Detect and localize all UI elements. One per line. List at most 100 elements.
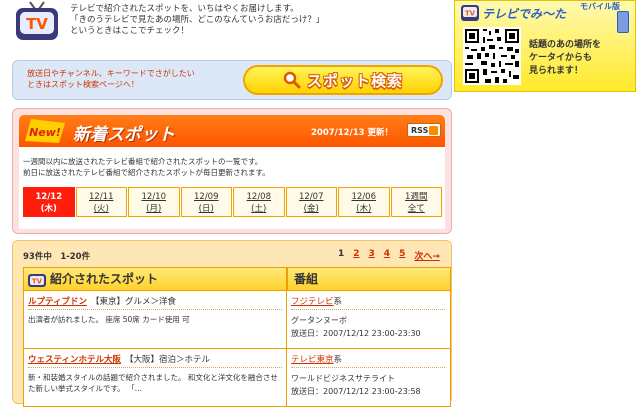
air-time: 放送日：2007/12/12 23:00-23:30 bbox=[291, 329, 421, 338]
date-label: 12/09 bbox=[194, 192, 219, 202]
spot-title-line: ウェスティンホテル大阪 【大阪】宿泊＞ホテル bbox=[28, 353, 210, 365]
next-page-link[interactable]: 次へ→ bbox=[414, 252, 440, 262]
day-label: (木) bbox=[356, 204, 372, 214]
rss-button[interactable]: RSS bbox=[407, 123, 441, 137]
day-label: (火) bbox=[93, 204, 109, 214]
date-tabs: 12/12 (木) 12/11 (火) 12/10 (月) 12/09 (日) 12/0… bbox=[23, 187, 443, 217]
channel-link[interactable]: テレビ東京 bbox=[291, 355, 334, 365]
svg-text:TV: TV bbox=[465, 10, 476, 18]
header-label: 番組 bbox=[294, 272, 319, 286]
date-tab[interactable]: 12/10 (月) bbox=[128, 187, 180, 217]
column-header-program: 番組 bbox=[287, 267, 451, 291]
date-label: 12/10 bbox=[141, 192, 167, 202]
show-title: ワールドビジネスサテライト bbox=[291, 374, 395, 383]
spot-category: 【東京】グルメ＞洋食 bbox=[91, 297, 177, 307]
desc-line: 一週間以内に放送されたテレビ番組で紹介されたスポットの一覧です。 bbox=[23, 157, 263, 166]
date-tab-week[interactable]: 1週間全て bbox=[390, 187, 442, 217]
main-column: TV テレビで紹介されたスポットを、いちはやくお届けします。 「きのうテレビで見… bbox=[8, 0, 452, 407]
date-tab[interactable]: 12/11 (火) bbox=[75, 187, 127, 217]
svg-text:New!: New! bbox=[29, 126, 61, 139]
divider bbox=[291, 309, 445, 310]
qr-code-icon bbox=[463, 27, 521, 85]
tv-logo-icon: TV bbox=[16, 1, 58, 40]
page-link[interactable]: 2 bbox=[353, 249, 359, 259]
intro-section: TV テレビで紹介されたスポットを、いちはやくお届けします。 「きのうテレビで見… bbox=[10, 0, 440, 52]
search-note-line: 放送日やチャンネル、キーワードでさがしたい bbox=[27, 69, 195, 78]
date-label: 12/06 bbox=[351, 192, 377, 202]
date-label: 12/08 bbox=[246, 192, 272, 202]
results-panel: 93件中 1-20件 1 2 3 4 5 次へ→ TV 紹介されたスポット 番組 bbox=[12, 240, 452, 407]
show-title: グータンヌーボ bbox=[291, 316, 347, 325]
page-current: 1 bbox=[338, 249, 345, 259]
spot-description: 出演者が訪れました。 座席 50席 カード使用 可 bbox=[28, 315, 190, 324]
sidebar: TV テレビでみ～た モバイル版 話題のあの場所を ケータイからも 見られます！ bbox=[452, 0, 640, 400]
spot-cell: ルプティブドン 【東京】グルメ＞洋食 出演者が訪れました。 座席 50席 カード使… bbox=[23, 291, 287, 349]
mobile-promo[interactable]: TV テレビでみ～た モバイル版 話題のあの場所を ケータイからも 見られます！ bbox=[454, 0, 636, 92]
spot-description: 新・和装婚スタイルの話題で紹介されました。 和文化と洋文化を融合させた新しい挙式… bbox=[28, 373, 278, 393]
spot-cell: ウェスティンホテル大阪 【大阪】宿泊＞ホテル 新・和装婚スタイルの話題で紹介されま… bbox=[23, 349, 287, 407]
search-note-line: ときはスポット検索ページへ！ bbox=[27, 80, 139, 89]
mobile-line: 話題のあの場所を bbox=[529, 40, 602, 50]
air-time: 放送日：2007/12/12 23:00-23:58 bbox=[291, 387, 421, 396]
rss-icon bbox=[429, 126, 438, 135]
channel-link[interactable]: フジテレビ bbox=[291, 297, 334, 307]
date-label: 12/07 bbox=[299, 192, 324, 202]
mobile-logo: TV テレビでみ～た bbox=[461, 5, 567, 21]
date-label: 12/11 bbox=[89, 192, 114, 202]
desc-line: 前日に放送されたテレビ番組で紹介されたスポットが毎日更新されます。 bbox=[23, 168, 270, 177]
svg-text:TV: TV bbox=[32, 278, 43, 286]
channel-line: テレビ東京系 bbox=[291, 353, 342, 365]
rss-label: RSS bbox=[411, 125, 429, 135]
column-header-spot: TV 紹介されたスポット bbox=[23, 267, 287, 291]
date-tab[interactable]: 12/06 (木) bbox=[338, 187, 390, 217]
date-label: 12/12 bbox=[35, 192, 63, 202]
date-tab[interactable]: 12/12 (木) bbox=[23, 187, 75, 217]
new-spots-header: New! 新着スポット 2007/12/13 更新！ RSS bbox=[19, 115, 445, 147]
divider bbox=[28, 367, 282, 368]
date-tab[interactable]: 12/09 (日) bbox=[180, 187, 232, 217]
mobile-promo-text: 話題のあの場所を ケータイからも 見られます！ bbox=[529, 39, 601, 78]
day-label: (金) bbox=[303, 204, 319, 214]
date-tab[interactable]: 12/08 (土) bbox=[233, 187, 285, 217]
intro-line: というときはここでチェック！ bbox=[70, 26, 190, 36]
svg-text:TV: TV bbox=[26, 15, 48, 33]
channel-suffix: 系 bbox=[333, 355, 343, 365]
search-note: 放送日やチャンネル、キーワードでさがしたい ときはスポット検索ページへ！ bbox=[27, 68, 195, 90]
page-link[interactable]: 4 bbox=[384, 249, 390, 259]
table-row: ウェスティンホテル大阪 【大阪】宿泊＞ホテル 新・和装婚スタイルの話題で紹介されま… bbox=[23, 349, 451, 407]
search-box: 放送日やチャンネル、キーワードでさがしたい ときはスポット検索ページへ！ スポッ… bbox=[12, 60, 452, 100]
spot-name-link[interactable]: ルプティブドン bbox=[28, 297, 87, 307]
pagination: 1 2 3 4 5 次へ→ bbox=[338, 249, 449, 262]
mobile-line: 見られます！ bbox=[529, 66, 584, 76]
date-tab[interactable]: 12/07 (金) bbox=[285, 187, 337, 217]
spot-search-button[interactable]: スポット検索 bbox=[243, 65, 443, 95]
tv-icon: TV bbox=[28, 274, 46, 287]
header-label: 紹介されたスポット bbox=[50, 272, 159, 286]
program-cell: テレビ東京系 ワールドビジネスサテライト 放送日：2007/12/12 23:0… bbox=[287, 349, 451, 407]
divider bbox=[291, 367, 445, 368]
page-link[interactable]: 3 bbox=[369, 249, 375, 259]
updated-date: 2007/12/13 更新！ bbox=[311, 128, 393, 138]
magnifier-icon bbox=[283, 71, 301, 89]
channel-suffix: 系 bbox=[333, 297, 343, 307]
spot-name-link[interactable]: ウェスティンホテル大阪 bbox=[28, 355, 121, 365]
new-spots-description: 一週間以内に放送されたテレビ番組で紹介されたスポットの一覧です。 前日に放送され… bbox=[23, 156, 443, 178]
mobile-logo-text: テレビでみ～た bbox=[482, 7, 567, 21]
date-label: 1週間 bbox=[405, 192, 428, 202]
table-row: ルプティブドン 【東京】グルメ＞洋食 出演者が訪れました。 座席 50席 カード使… bbox=[23, 291, 451, 349]
intro-line: 「きのうテレビで見たあの場所、どこのなんていうお店だっけ？」 bbox=[70, 15, 325, 25]
page-link[interactable]: 5 bbox=[399, 249, 405, 259]
spot-category: 【大阪】宿泊＞ホテル bbox=[125, 355, 211, 365]
day-label: (木) bbox=[40, 204, 57, 214]
result-count: 93件中 1-20件 bbox=[23, 252, 91, 262]
day-label: (月) bbox=[146, 204, 162, 214]
intro-text: テレビで紹介されたスポットを、いちはやくお届けします。 「きのうテレビで見たあの… bbox=[70, 4, 324, 37]
day-label: 全て bbox=[407, 204, 425, 214]
spot-search-label: スポット検索 bbox=[306, 71, 403, 90]
new-spots-title: 新着スポット bbox=[73, 125, 175, 145]
phone-icon bbox=[617, 11, 629, 33]
channel-line: フジテレビ系 bbox=[291, 295, 342, 307]
new-spots-panel: New! 新着スポット 2007/12/13 更新！ RSS 一週間以内に放送さ… bbox=[12, 108, 452, 234]
divider bbox=[28, 309, 282, 310]
program-cell: フジテレビ系 グータンヌーボ 放送日：2007/12/12 23:00-23:3… bbox=[287, 291, 451, 349]
